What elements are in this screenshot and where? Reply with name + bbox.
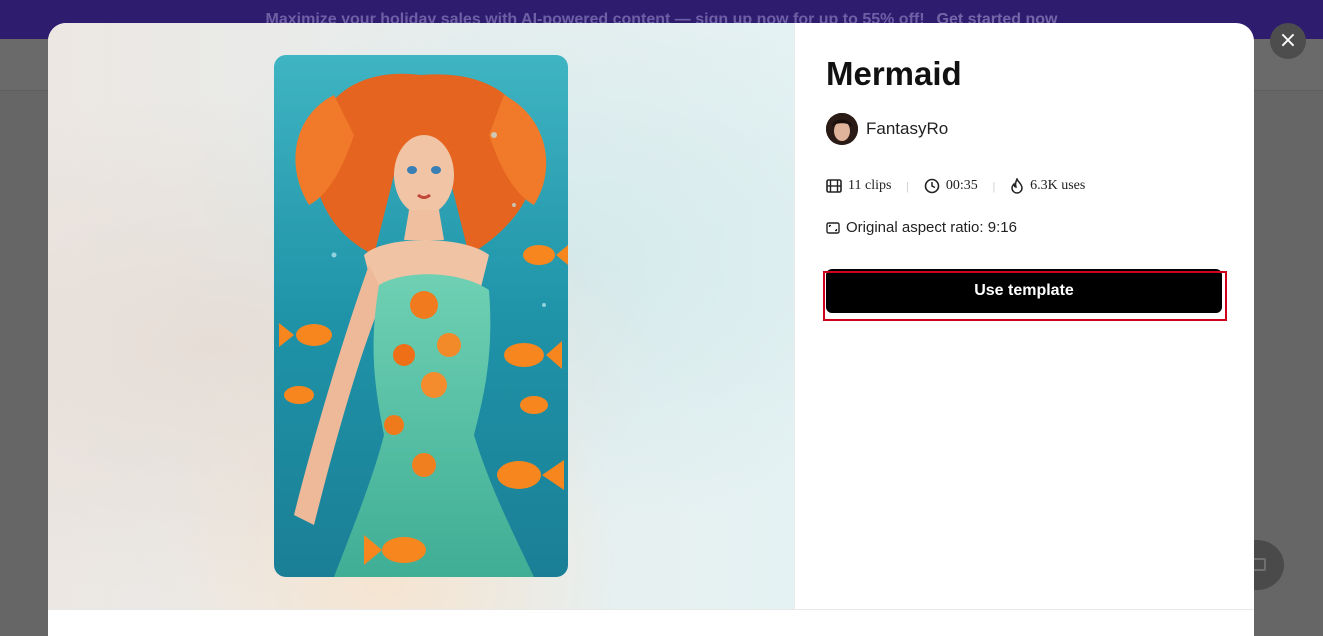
clips-count: 11 clips	[848, 178, 892, 193]
close-button[interactable]: ×	[1270, 23, 1306, 59]
stat-separator: |	[992, 178, 996, 193]
uses-count: 6.3K uses	[1030, 178, 1086, 193]
clips-stat: 11 clips	[826, 178, 891, 194]
duration-stat: 00:35	[924, 178, 978, 194]
author-avatar[interactable]	[826, 113, 858, 145]
aspect-ratio-icon	[826, 221, 840, 234]
modal-footer	[48, 609, 1254, 636]
aspect-ratio-info: Original aspect ratio: 9:16	[826, 219, 1017, 236]
template-stats: 11 clips | 00:35 | 6.3K uses	[826, 178, 1085, 194]
uses-stat: 6.3K uses	[1010, 178, 1085, 194]
clock-icon	[924, 178, 940, 194]
template-title: Mermaid	[826, 55, 962, 92]
flame-icon	[1010, 178, 1024, 194]
template-preview-image[interactable]	[274, 55, 568, 577]
close-icon: ×	[1278, 28, 1298, 53]
author-row[interactable]: FantasyRo	[826, 113, 948, 145]
duration-value: 00:35	[945, 178, 978, 193]
film-icon	[826, 179, 842, 193]
author-name[interactable]: FantasyRo	[866, 119, 948, 139]
preview-pane	[48, 23, 794, 609]
use-template-button[interactable]: Use template	[826, 269, 1222, 313]
template-preview-modal: Mermaid FantasyRo 11 clips | 00:35 | 6.3…	[48, 23, 1254, 636]
pane-divider	[794, 23, 795, 609]
stat-separator: |	[906, 178, 909, 193]
aspect-ratio-text: Original aspect ratio: 9:16	[846, 219, 1017, 236]
